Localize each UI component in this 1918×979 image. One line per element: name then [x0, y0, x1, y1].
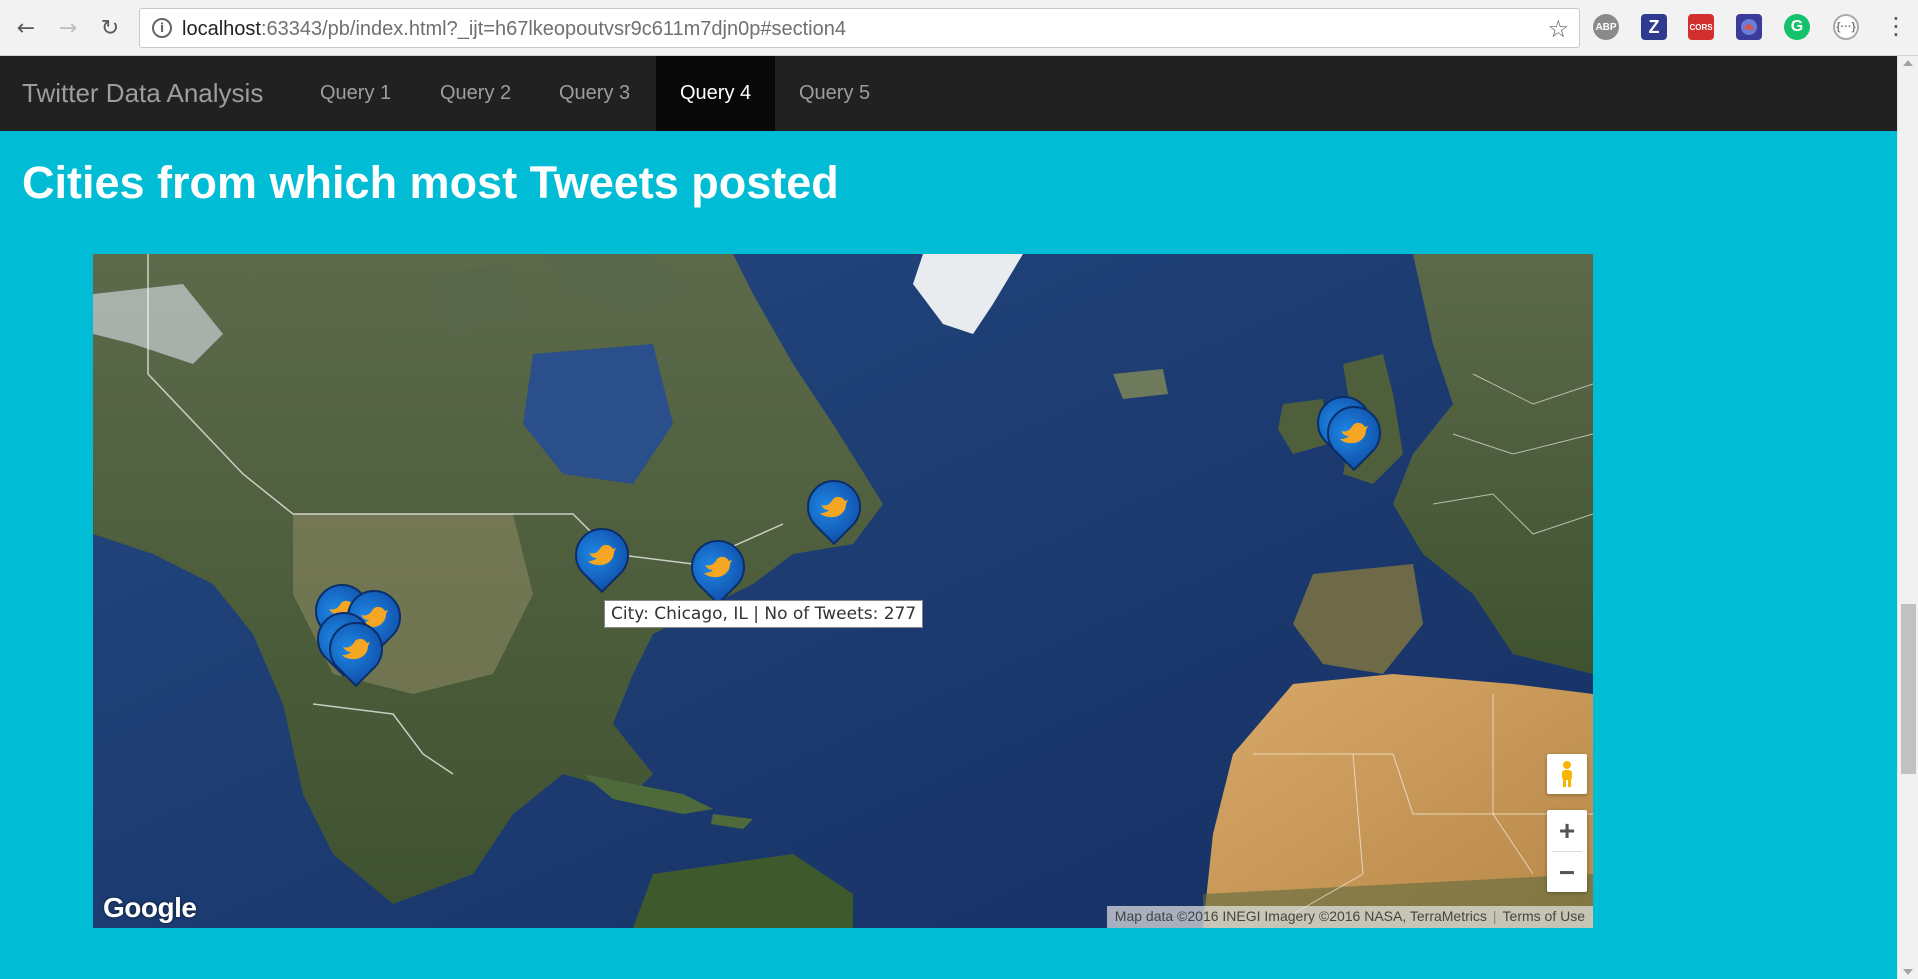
twitter-bird-icon [704, 556, 732, 578]
forward-arrow-icon[interactable]: → [52, 12, 84, 44]
nav-query-3[interactable]: Query 3 [535, 56, 654, 131]
nav-query-4[interactable]: Query 4 [656, 56, 776, 131]
pegman-icon [1562, 761, 1572, 787]
url-host: localhost [182, 18, 261, 40]
section-title: Cities from which most Tweets posted [22, 157, 839, 208]
scroll-up-arrow-icon[interactable] [1903, 60, 1913, 66]
twitter-bird-icon [1340, 422, 1368, 444]
map-marker-chicago[interactable] [563, 516, 641, 594]
grammarly-extension-icon[interactable]: G [1784, 14, 1810, 40]
browser-menu-icon[interactable]: ⋮ [1884, 12, 1908, 40]
url-path: :63343/pb/index.html?_ijt=h67lkeopoutvsr… [260, 18, 846, 40]
google-logo[interactable]: Google [103, 892, 197, 924]
code-extension-icon[interactable]: {···} [1833, 14, 1859, 40]
attribution-separator: | [1492, 908, 1497, 924]
navbar-brand[interactable]: Twitter Data Analysis [22, 78, 263, 109]
twitter-bird-icon [588, 544, 616, 566]
map-marker-halifax[interactable] [795, 468, 873, 546]
street-view-pegman[interactable] [1547, 754, 1587, 794]
map-view[interactable]: City: Chicago, IL | No of Tweets: 277 + … [93, 254, 1593, 928]
back-arrow-icon[interactable]: ← [10, 12, 42, 44]
address-bar[interactable]: i localhost:63343/pb/index.html?_ijt=h67… [139, 8, 1580, 48]
z-extension-icon[interactable]: Z [1641, 14, 1667, 40]
page-scrollbar[interactable] [1897, 56, 1918, 979]
scroll-down-arrow-icon[interactable] [1903, 969, 1913, 975]
twitter-bird-icon [820, 496, 848, 518]
twitter-bird-icon [342, 638, 370, 660]
app-navbar: Twitter Data Analysis Query 1 Query 2 Qu… [0, 56, 1897, 131]
map-attribution: Map data ©2016 INEGI Imagery ©2016 NASA,… [1106, 906, 1593, 928]
globe-extension-icon[interactable] [1736, 14, 1762, 40]
zoom-out-button[interactable]: − [1547, 852, 1587, 893]
scrollbar-thumb[interactable] [1901, 604, 1916, 774]
reload-icon[interactable]: ↻ [94, 12, 126, 44]
terms-link[interactable]: Terms of Use [1503, 908, 1585, 924]
nav-query-2[interactable]: Query 2 [416, 56, 535, 131]
marker-tooltip: City: Chicago, IL | No of Tweets: 277 [604, 600, 924, 628]
zoom-control: + − [1547, 810, 1587, 892]
zoom-in-button[interactable]: + [1547, 810, 1587, 851]
nav-query-1[interactable]: Query 1 [296, 56, 415, 131]
map-marker-london[interactable] [1315, 394, 1393, 472]
adblock-extension-icon[interactable]: ABP [1593, 14, 1619, 40]
bookmark-star-icon[interactable]: ☆ [1547, 15, 1569, 43]
map-marker-san-diego[interactable] [317, 610, 395, 688]
site-info-icon[interactable]: i [152, 18, 172, 38]
attribution-text: Map data ©2016 INEGI Imagery ©2016 NASA,… [1114, 908, 1487, 924]
cors-extension-icon[interactable]: CORS [1688, 14, 1714, 40]
url-text[interactable]: localhost:63343/pb/index.html?_ijt=h67lk… [182, 18, 846, 41]
map-marker-montreal[interactable] [679, 528, 757, 606]
browser-toolbar: ← → ↻ i localhost:63343/pb/index.html?_i… [0, 0, 1918, 56]
nav-query-5[interactable]: Query 5 [775, 56, 894, 131]
